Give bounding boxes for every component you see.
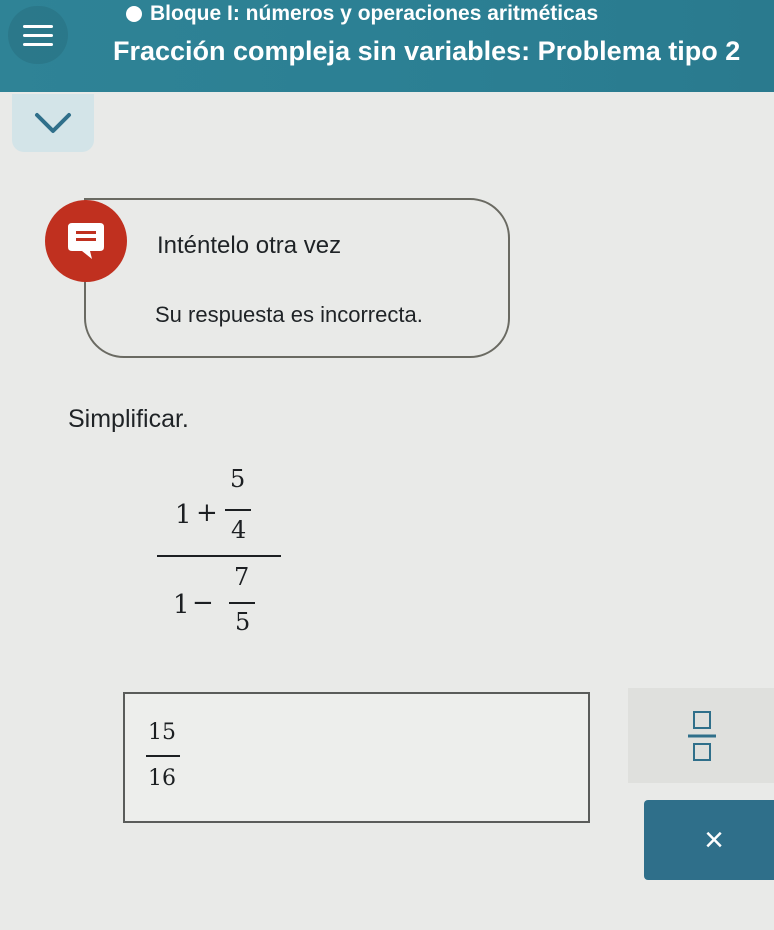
block-title: Bloque I: números y operaciones aritméti… (150, 2, 599, 25)
answer-denominator: 16 (148, 766, 176, 791)
chat-bubble-icon (45, 200, 127, 282)
close-icon: × (704, 820, 724, 859)
main-fraction-bar (157, 555, 281, 557)
collapse-button[interactable] (12, 94, 94, 152)
hamburger-menu-icon-bar (23, 42, 53, 46)
numerator-frac-denominator: 4 (231, 516, 247, 544)
chevron-down-icon (35, 113, 71, 133)
chat-bubble-icon-glyph (68, 223, 104, 259)
answer-fraction-bar (146, 755, 180, 757)
instruction-text: Simplificar. (68, 405, 189, 433)
feedback-message: Su respuesta es incorrecta. (155, 302, 423, 327)
denominator-whole: 1 (173, 590, 190, 620)
problem-title: Fracción compleja sin variables: Problem… (113, 36, 741, 66)
hamburger-menu-icon (23, 24, 53, 28)
denominator-frac-bar (229, 602, 255, 604)
denominator-frac-denominator: 5 (235, 608, 251, 636)
numerator-whole: 1 (175, 500, 192, 530)
problem-page: Bloque I: números y operaciones aritméti… (0, 0, 774, 930)
numerator-frac-bar (225, 509, 251, 511)
denominator-frac-numerator: 7 (234, 563, 250, 591)
answer-input[interactable]: 15 16 (123, 692, 590, 823)
fraction-template-button[interactable] (628, 688, 774, 783)
feedback-panel (84, 198, 510, 358)
clear-button[interactable]: × (644, 800, 774, 880)
fraction-template-icon (688, 711, 716, 761)
header-bar: Bloque I: números y operaciones aritméti… (0, 0, 774, 92)
denominator-operator: − (192, 588, 214, 618)
hamburger-menu-icon-bar (23, 33, 53, 37)
feedback-title: Inténtelo otra vez (157, 232, 342, 259)
numerator-frac-numerator: 5 (230, 465, 246, 493)
answer-numerator: 15 (148, 720, 176, 745)
numerator-operator: + (196, 498, 218, 528)
menu-button[interactable] (8, 6, 68, 64)
status-dot-icon (126, 6, 142, 22)
